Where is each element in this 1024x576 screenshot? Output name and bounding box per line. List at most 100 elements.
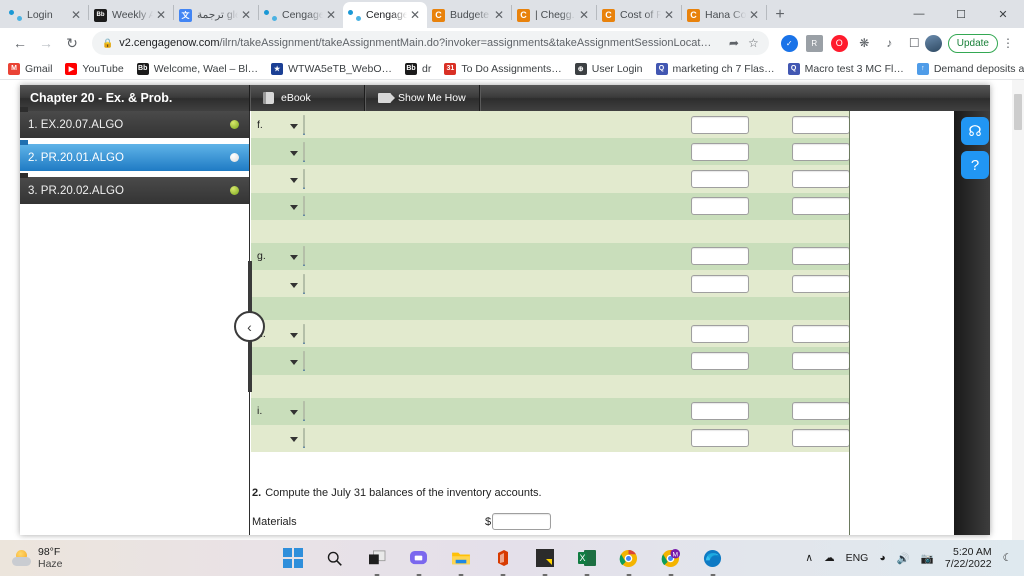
tab-close-icon[interactable]: ✕ <box>662 8 676 22</box>
credit-input[interactable] <box>792 197 850 216</box>
reload-button[interactable]: ↻ <box>60 31 84 55</box>
browser-tab[interactable]: C Cost of P ✕ <box>597 2 681 28</box>
account-select[interactable] <box>303 246 305 267</box>
debit-input[interactable] <box>691 351 749 370</box>
weather-widget[interactable]: 98°F Haze <box>0 546 200 570</box>
cloud-icon[interactable]: ☁ <box>824 552 835 564</box>
account-select[interactable] <box>303 350 305 371</box>
credit-input[interactable] <box>792 324 850 343</box>
update-button[interactable]: Update <box>947 33 998 53</box>
bookmark-item[interactable]: ⊕ User Login <box>574 62 643 75</box>
browser-tab[interactable]: C | Chegg. ✕ <box>512 2 596 28</box>
debit-input[interactable] <box>691 402 749 421</box>
camera-icon[interactable]: 📷 <box>921 552 934 565</box>
debit-input[interactable] <box>691 324 749 343</box>
help-button[interactable]: ? <box>961 151 989 179</box>
tab-close-icon[interactable]: ✕ <box>492 8 506 22</box>
browser-tab[interactable]: Cengage ✕ <box>343 2 427 28</box>
maximize-button[interactable]: ☐ <box>940 0 982 28</box>
show-me-how-button[interactable]: Show Me How <box>365 85 480 111</box>
wifi-icon[interactable]: ◕ <box>879 552 885 564</box>
credit-input[interactable] <box>792 169 850 188</box>
debit-input[interactable] <box>691 169 749 188</box>
debit-input[interactable] <box>691 142 749 161</box>
browser-tab[interactable]: Bb Weekly A ✕ <box>89 2 173 28</box>
bookmark-item[interactable]: Bb Welcome, Wael – Bl… <box>136 62 258 75</box>
sidebar-item-3[interactable]: 3. PR.20.02.ALGO <box>20 173 249 204</box>
account-select[interactable] <box>303 323 305 344</box>
tab-close-icon[interactable]: ✕ <box>69 8 83 22</box>
forward-button[interactable]: → <box>34 31 58 55</box>
clock[interactable]: 5:20 AM 7/22/2022 <box>945 546 992 571</box>
tab-close-icon[interactable]: ✕ <box>239 8 253 22</box>
sidebar-item-1[interactable]: 1. EX.20.07.ALGO <box>20 107 249 138</box>
debit-input[interactable] <box>691 197 749 216</box>
search-icon[interactable] <box>324 547 346 569</box>
bookmark-item[interactable]: Bb dr <box>405 62 431 75</box>
browser-tab[interactable]: C Hana Co ✕ <box>682 2 766 28</box>
tab-close-icon[interactable]: ✕ <box>324 8 338 22</box>
address-bar[interactable]: 🔒 v2.cengagenow.com/ilrn/takeAssignment/… <box>92 31 769 55</box>
share-icon[interactable]: ➦ <box>729 36 739 50</box>
language-indicator[interactable]: ENG <box>846 552 869 564</box>
tab-close-icon[interactable]: ✕ <box>408 8 422 22</box>
browser-tab[interactable]: Login ✕ <box>4 2 88 28</box>
bookmark-item[interactable]: ↑ Demand deposits a… <box>916 62 1024 75</box>
debit-input[interactable] <box>691 274 749 293</box>
credit-input[interactable] <box>792 247 850 266</box>
credit-input[interactable] <box>792 142 850 161</box>
extension-gray-icon[interactable]: R <box>805 34 823 52</box>
credit-input[interactable] <box>792 274 850 293</box>
credit-input[interactable] <box>792 429 850 448</box>
bookmark-item[interactable]: Q Macro test 3 MC Fl… <box>787 62 904 75</box>
tab-close-icon[interactable]: ✕ <box>747 8 761 22</box>
page-scrollbar-thumb[interactable] <box>1014 94 1022 130</box>
tab-close-icon[interactable]: ✕ <box>154 8 168 22</box>
sidebar-item-2[interactable]: 2. PR.20.01.ALGO <box>20 140 249 171</box>
bookmark-item[interactable]: M Gmail <box>8 62 52 75</box>
debit-input[interactable] <box>691 429 749 448</box>
bookmark-item[interactable]: ▶ YouTube <box>65 62 124 75</box>
chrome-icon[interactable] <box>618 547 640 576</box>
account-select[interactable] <box>303 428 305 449</box>
account-select[interactable] <box>303 141 305 162</box>
debit-input[interactable] <box>691 115 749 134</box>
ebook-button[interactable]: eBook <box>250 85 365 111</box>
moon-icon[interactable]: ☾ <box>1003 552 1012 564</box>
reading-list-icon[interactable]: ♪ <box>881 35 898 52</box>
office-icon[interactable] <box>492 547 514 576</box>
sidebar-icon[interactable]: ☐ <box>906 35 923 52</box>
opera-vpn-icon[interactable]: O <box>830 34 848 52</box>
back-button[interactable]: ← <box>8 31 32 55</box>
browser-tab[interactable]: Cengage ✕ <box>259 2 343 28</box>
sidebar-collapse-button[interactable]: ‹ <box>234 311 265 342</box>
star-icon[interactable]: ☆ <box>748 36 759 50</box>
account-select[interactable] <box>303 401 305 422</box>
materials-input[interactable] <box>492 513 552 530</box>
avatar[interactable] <box>924 34 942 52</box>
excel-icon[interactable]: X <box>576 547 598 576</box>
speaker-icon[interactable]: 🔊 <box>897 552 910 565</box>
tray-chevron-icon[interactable]: ∧ <box>805 552 813 564</box>
bookmark-item[interactable]: ★ WTWA5eTB_WebO… <box>271 62 392 75</box>
browser-tab[interactable]: C Budgete ✕ <box>427 2 511 28</box>
credit-input[interactable] <box>792 402 850 421</box>
minimize-button[interactable]: — <box>898 0 940 28</box>
start-icon[interactable] <box>282 547 304 569</box>
account-select[interactable] <box>303 273 305 294</box>
account-select[interactable] <box>303 114 305 135</box>
puzzle-extensions-icon[interactable]: ❋ <box>856 35 873 52</box>
sync-badge-icon[interactable]: ✓ <box>780 34 798 52</box>
chrome-profile-icon[interactable]: M <box>660 547 682 576</box>
debit-input[interactable] <box>691 247 749 266</box>
close-button[interactable]: ✕ <box>982 0 1024 28</box>
sticky-notes-icon[interactable] <box>534 547 556 576</box>
teams-chat-icon[interactable] <box>408 547 430 576</box>
credit-input[interactable] <box>792 351 850 370</box>
new-tab-button[interactable]: + <box>767 2 793 28</box>
bookmark-item[interactable]: Qmarketing ch 7 Flas… <box>655 62 775 75</box>
browser-tab[interactable]: 文 ترجمة gle ✕ <box>174 2 258 28</box>
page-scrollbar[interactable] <box>1012 80 1024 540</box>
task-view-icon[interactable] <box>366 547 388 576</box>
tab-close-icon[interactable]: ✕ <box>577 8 591 22</box>
